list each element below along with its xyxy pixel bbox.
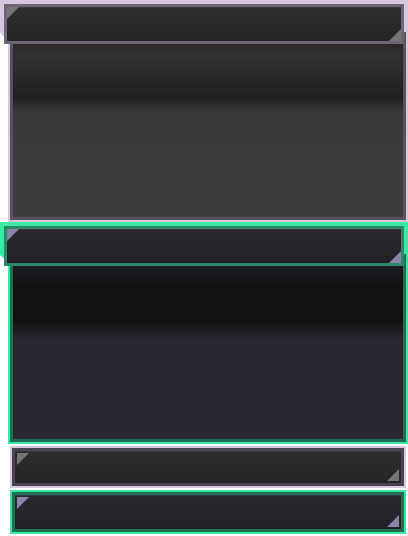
- panel-body: [13, 258, 403, 439]
- bar-fill: [15, 451, 401, 483]
- bar-small-green: [10, 490, 406, 534]
- panel-large-green: [0, 222, 408, 444]
- corner-triangle-icon: [387, 515, 399, 527]
- corner-triangle-icon: [17, 453, 29, 465]
- corner-triangle-icon: [389, 251, 401, 263]
- bar-fill: [15, 495, 401, 529]
- panel-header: [4, 226, 404, 266]
- corner-triangle-icon: [389, 29, 401, 41]
- bar-small-grey: [10, 446, 406, 488]
- ui-skin-sheet: [0, 0, 408, 536]
- corner-triangle-icon: [7, 7, 19, 19]
- corner-triangle-icon: [7, 229, 19, 241]
- panel-header-fill: [7, 7, 401, 41]
- panel-header: [4, 4, 404, 44]
- panel-large-grey: [0, 0, 408, 222]
- corner-triangle-icon: [17, 497, 29, 509]
- panel-header-fill: [7, 229, 401, 263]
- panel-body: [13, 36, 403, 217]
- corner-triangle-icon: [387, 469, 399, 481]
